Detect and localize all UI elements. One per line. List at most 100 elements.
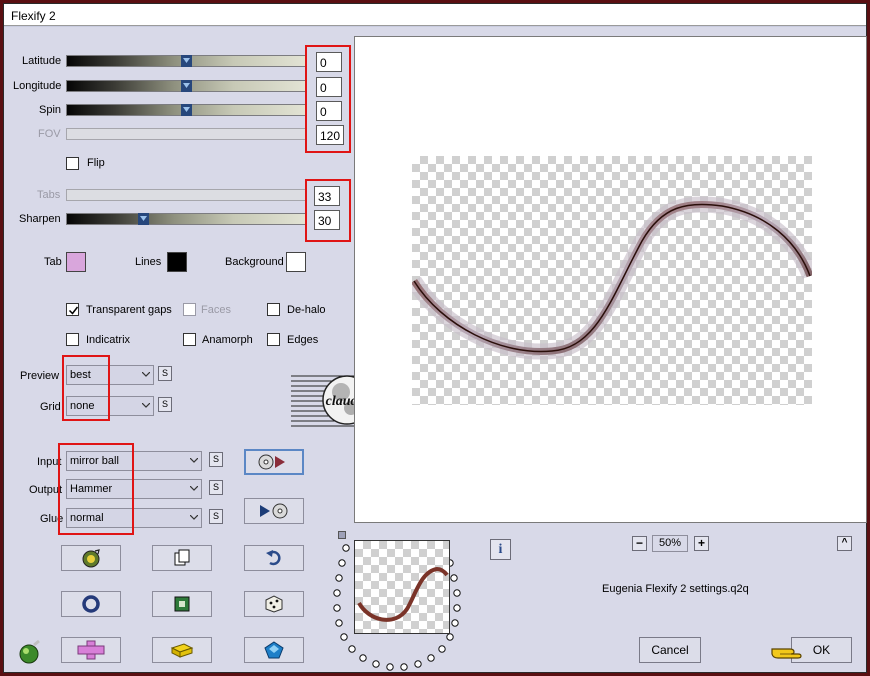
preview-quality-s-button[interactable]: S [158, 366, 172, 381]
background-color-swatch[interactable] [286, 252, 306, 272]
ring-icon [82, 595, 100, 613]
preview-image [412, 196, 812, 360]
fov-label: FOV [38, 128, 61, 140]
edges-label: Edges [287, 334, 319, 346]
anamorph-label: Anamorph [202, 334, 253, 346]
zoom-out-button[interactable]: − [632, 536, 647, 551]
grid-s-button[interactable]: S [158, 397, 172, 412]
output-label: Output [29, 484, 63, 496]
faces-checkbox[interactable] [183, 303, 196, 316]
ring-view-button[interactable] [61, 591, 121, 617]
glue-value: normal [70, 512, 104, 524]
dialog-window: Flexify 2 Latitude 0 Longitude 0 Spin 0 … [3, 3, 867, 673]
glue-label: Glue [40, 513, 64, 525]
chevron-down-icon [190, 486, 198, 491]
dialog-body: Latitude 0 Longitude 0 Spin 0 FOV 120 Fl… [4, 27, 867, 672]
spin-slider-thumb[interactable] [181, 104, 192, 116]
cross-grid-icon [77, 640, 105, 660]
copy-button[interactable] [152, 545, 212, 571]
preview-canvas[interactable] [354, 36, 867, 523]
chevron-down-icon [190, 458, 198, 463]
dice-icon [265, 595, 283, 613]
tabs-label: Tabs [37, 189, 61, 201]
longitude-slider[interactable] [66, 80, 306, 92]
dice-button[interactable] [244, 591, 304, 617]
collapse-button[interactable]: ^ [837, 536, 852, 551]
tab-color-swatch[interactable] [66, 252, 86, 272]
brick-icon [170, 643, 194, 658]
input-projection-select[interactable]: mirror ball [66, 451, 202, 471]
preview-quality-value: best [70, 369, 91, 381]
tabs-slider[interactable] [66, 189, 306, 201]
preview-quality-label: Preview [20, 370, 60, 382]
spin-value[interactable]: 0 [316, 101, 342, 121]
cancel-button[interactable]: Cancel [639, 637, 701, 663]
flip-checkbox[interactable] [66, 157, 79, 170]
frame-view-button[interactable] [152, 591, 212, 617]
title-bar: Flexify 2 [4, 4, 866, 26]
cross-layout-button[interactable] [61, 637, 121, 663]
flip-label: Flip [87, 157, 105, 169]
navigator-thumbnail-image [357, 566, 449, 622]
output-projection-select[interactable]: Hammer [66, 479, 202, 499]
window-title: Flexify 2 [11, 9, 56, 23]
preview-quality-select[interactable]: best [66, 365, 154, 385]
chevron-down-icon [142, 372, 150, 377]
polyhedron-button[interactable] [244, 637, 304, 663]
latitude-slider[interactable] [66, 55, 306, 67]
input-label: Input [37, 456, 62, 468]
sharpen-slider-thumb[interactable] [138, 213, 149, 225]
transparent-gaps-checkbox[interactable] [66, 303, 79, 316]
spin-slider[interactable] [66, 104, 306, 116]
fov-value[interactable]: 120 [316, 125, 344, 145]
sharpen-slider[interactable] [66, 213, 306, 225]
indicatrix-checkbox[interactable] [66, 333, 79, 346]
copy-page-icon [174, 549, 190, 566]
longitude-value[interactable]: 0 [316, 77, 342, 97]
swap-output-to-input-button[interactable] [244, 498, 304, 524]
de-halo-label: De-halo [287, 304, 326, 316]
arrow-disc-icon [260, 503, 288, 519]
latitude-slider-thumb[interactable] [181, 55, 192, 67]
undo-button[interactable] [244, 545, 304, 571]
lines-color-label: Lines [135, 256, 162, 268]
disc-arrow-right-icon [258, 454, 285, 470]
sharpen-label: Sharpen [19, 213, 61, 225]
fov-slider[interactable] [66, 128, 306, 140]
input-s-button[interactable]: S [209, 452, 223, 467]
randomize-button[interactable] [61, 545, 121, 571]
de-halo-checkbox[interactable] [267, 303, 280, 316]
output-projection-value: Hammer [70, 483, 113, 495]
longitude-slider-thumb[interactable] [181, 80, 192, 92]
spin-label: Spin [39, 104, 62, 116]
tab-color-label: Tab [44, 256, 62, 268]
tabs-value[interactable]: 33 [314, 186, 340, 206]
navigator-thumbnail[interactable] [354, 540, 450, 634]
grid-value: none [70, 400, 95, 412]
swap-input-to-output-button[interactable] [244, 449, 304, 475]
settings-filename: Eugenia Flexify 2 settings.q2q [602, 583, 749, 595]
randomize-icon [82, 549, 100, 568]
glue-select[interactable]: normal [66, 508, 202, 528]
brick-button[interactable] [152, 637, 212, 663]
glue-s-button[interactable]: S [209, 509, 223, 524]
latitude-label: Latitude [22, 55, 62, 67]
grid-select[interactable]: none [66, 396, 154, 416]
transparent-gaps-label: Transparent gaps [86, 304, 172, 316]
zoom-level[interactable]: 50% [652, 535, 688, 552]
latitude-value[interactable]: 0 [316, 52, 342, 72]
plugin-logo-icon [16, 639, 42, 668]
output-s-button[interactable]: S [209, 480, 223, 495]
lines-color-swatch[interactable] [167, 252, 187, 272]
zoom-in-button[interactable]: + [694, 536, 709, 551]
longitude-label: Longitude [13, 80, 62, 92]
background-color-label: Background [225, 256, 284, 268]
info-button[interactable]: i [490, 539, 511, 560]
sharpen-value[interactable]: 30 [314, 210, 340, 230]
chevron-down-icon [190, 515, 198, 520]
indicatrix-label: Indicatrix [86, 334, 131, 346]
edges-checkbox[interactable] [267, 333, 280, 346]
pentagon-gem-icon [264, 641, 284, 659]
grid-label: Grid [40, 401, 61, 413]
anamorph-checkbox[interactable] [183, 333, 196, 346]
